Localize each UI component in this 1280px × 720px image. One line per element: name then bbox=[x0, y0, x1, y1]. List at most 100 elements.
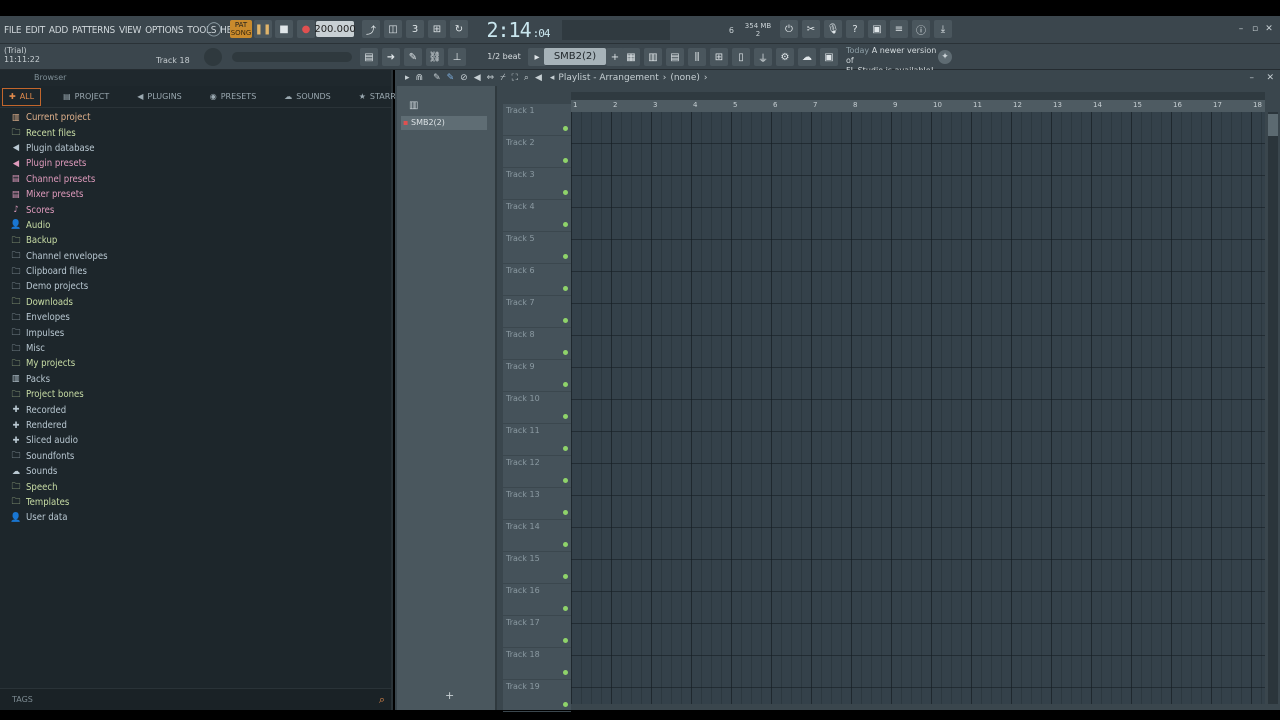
metronome-icon[interactable]: ⤴ bbox=[362, 20, 380, 38]
mute-tool-icon[interactable]: ◀ bbox=[474, 73, 481, 83]
track-enable-icon[interactable] bbox=[563, 606, 568, 611]
browser-tab-sounds[interactable]: ☁ SOUNDS bbox=[278, 88, 336, 106]
back-icon[interactable]: ◂ bbox=[550, 73, 555, 83]
track-header[interactable]: Track 2 bbox=[503, 136, 571, 168]
track-header[interactable]: Track 5 bbox=[503, 232, 571, 264]
menu-edit[interactable]: EDIT bbox=[25, 25, 45, 36]
browser-item[interactable]: 🗀 Demo projects bbox=[10, 279, 390, 294]
pat-song-switch[interactable]: PAT SONG bbox=[230, 20, 252, 38]
timeline-ruler[interactable]: 1 2 3 4 5 6 7 8 9 10 11 12 13 14 15 16 17 18 bbox=[571, 100, 1265, 112]
track-header[interactable]: Track 16 bbox=[503, 584, 571, 616]
browser-item[interactable]: 🗀 Impulses bbox=[10, 325, 390, 340]
browser-item[interactable]: ▥ Current project bbox=[10, 110, 390, 125]
track-header[interactable]: Track 18 bbox=[503, 648, 571, 680]
track-header[interactable]: Track 8 bbox=[503, 328, 571, 360]
add-clip-icon[interactable]: + bbox=[445, 689, 454, 702]
playlist-close-icon[interactable]: ✕ bbox=[1266, 73, 1274, 83]
search-icon[interactable]: ⌕ bbox=[379, 693, 385, 707]
menu-add[interactable]: ADD bbox=[49, 25, 68, 36]
track-enable-icon[interactable] bbox=[563, 254, 568, 259]
menu-view[interactable]: VIEW bbox=[119, 25, 141, 36]
arrow-icon[interactable]: ➜ bbox=[382, 48, 400, 66]
pattern-song-toggle[interactable]: ◯ bbox=[204, 20, 224, 38]
browser-item[interactable]: 👤 Audio bbox=[10, 218, 390, 233]
info-icon[interactable]: ⓘ bbox=[912, 20, 930, 38]
zoom-tool-icon[interactable]: ⌕ bbox=[524, 73, 529, 83]
tags-bar[interactable]: TAGS ⌕ bbox=[0, 688, 391, 710]
stamp-icon[interactable]: ⊥ bbox=[448, 48, 466, 66]
track-header[interactable]: Track 3 bbox=[503, 168, 571, 200]
browser-item[interactable]: 🗀 Clipboard files bbox=[10, 264, 390, 279]
browser-item[interactable]: 🗀 Recent files bbox=[10, 125, 390, 140]
vertical-scrollbar[interactable] bbox=[1268, 112, 1278, 704]
news-icon[interactable]: ▣ bbox=[820, 48, 838, 66]
browser-tab-presets[interactable]: ◉ PRESETS bbox=[204, 88, 263, 106]
globe-icon[interactable]: ✦ bbox=[938, 50, 952, 64]
plugin-picker-icon[interactable]: ▯ bbox=[732, 48, 750, 66]
browser-item[interactable]: ✚ Recorded bbox=[10, 402, 390, 417]
playback-tool-icon[interactable]: ◀ bbox=[535, 73, 542, 83]
browser-window-icon[interactable]: ⊞ bbox=[710, 48, 728, 66]
arrangement-grid[interactable] bbox=[571, 112, 1265, 704]
track-enable-icon[interactable] bbox=[563, 510, 568, 515]
browser-item[interactable]: ◀ Plugin presets bbox=[10, 156, 390, 171]
loop-record-icon[interactable]: ↻ bbox=[450, 20, 468, 38]
browser-item[interactable]: ☁ Sounds bbox=[10, 464, 390, 479]
link-icon[interactable]: ⛓ bbox=[426, 48, 444, 66]
horizontal-scrollbar[interactable] bbox=[571, 92, 1265, 100]
track-enable-icon[interactable] bbox=[563, 478, 568, 483]
track-header[interactable]: Track 7 bbox=[503, 296, 571, 328]
playlist-menu-icon[interactable]: ▸ bbox=[405, 73, 410, 83]
browser-item[interactable]: 🗀 Templates bbox=[10, 495, 390, 510]
track-header[interactable]: Track 14 bbox=[503, 520, 571, 552]
track-header[interactable]: Track 10 bbox=[503, 392, 571, 424]
track-enable-icon[interactable] bbox=[563, 350, 568, 355]
mixer-window-icon[interactable]: ⫼ bbox=[688, 48, 706, 66]
download-icon[interactable]: ⤓ bbox=[934, 20, 952, 38]
track-header[interactable]: Track 9 bbox=[503, 360, 571, 392]
track-header[interactable]: Track 6 bbox=[503, 264, 571, 296]
track-enable-icon[interactable] bbox=[563, 158, 568, 163]
step-edit-icon[interactable]: ⊞ bbox=[428, 20, 446, 38]
track-enable-icon[interactable] bbox=[563, 126, 568, 131]
track-enable-icon[interactable] bbox=[563, 382, 568, 387]
track-enable-icon[interactable] bbox=[563, 702, 568, 707]
browser-item[interactable]: ✚ Sliced audio bbox=[10, 433, 390, 448]
track-header[interactable]: Track 19 bbox=[503, 680, 571, 712]
pattern-selector[interactable]: SMB2(2) bbox=[544, 48, 606, 65]
mic-icon[interactable]: 🎙 bbox=[824, 20, 842, 38]
tempo-display[interactable]: 200.000 bbox=[314, 21, 356, 37]
menu-file[interactable]: FILE bbox=[4, 25, 22, 36]
help-icon[interactable]: ? bbox=[846, 20, 864, 38]
browser-item[interactable]: ✚ Rendered bbox=[10, 418, 390, 433]
close-icon[interactable]: ✕ bbox=[1264, 24, 1274, 34]
browser-item[interactable]: 🗀 Misc bbox=[10, 341, 390, 356]
track-header[interactable]: Track 12 bbox=[503, 456, 571, 488]
slice-tool-icon[interactable]: ⌿ bbox=[500, 73, 505, 83]
minimize-icon[interactable]: – bbox=[1236, 24, 1246, 34]
master-volume-knob[interactable] bbox=[204, 48, 222, 66]
track-header[interactable]: Track 17 bbox=[503, 616, 571, 648]
clip-item[interactable]: ▪ SMB2(2) bbox=[401, 116, 487, 130]
browser-item[interactable]: 🗀 My projects bbox=[10, 356, 390, 371]
playlist-window-icon[interactable]: ▦ bbox=[622, 48, 640, 66]
browser-item[interactable]: 🗀 Envelopes bbox=[10, 310, 390, 325]
delete-tool-icon[interactable]: ⊘ bbox=[460, 73, 468, 83]
magnet-icon[interactable]: ⋒ bbox=[416, 73, 424, 83]
draw-tool-icon[interactable]: ✎ bbox=[433, 73, 441, 83]
browser-tab-plugins[interactable]: ◀ PLUGINS bbox=[131, 88, 188, 106]
track-enable-icon[interactable] bbox=[563, 222, 568, 227]
master-pitch-slider[interactable] bbox=[232, 52, 352, 62]
browser-item[interactable]: ▤ Channel presets bbox=[10, 172, 390, 187]
browser-item[interactable]: 👤 User data bbox=[10, 510, 390, 525]
track-header[interactable]: Track 11 bbox=[503, 424, 571, 456]
menu-options[interactable]: OPTIONS bbox=[145, 25, 183, 36]
song-position-display[interactable]: 2:14 :04 bbox=[480, 17, 556, 43]
mixer-icon[interactable]: ≡ bbox=[890, 20, 908, 38]
browser-item[interactable]: ◀ Plugin database bbox=[10, 141, 390, 156]
browser-item[interactable]: ▥ Packs bbox=[10, 372, 390, 387]
plug-icon[interactable]: ⏚ bbox=[754, 48, 772, 66]
browser-item[interactable]: 🗀 Downloads bbox=[10, 295, 390, 310]
browser-item[interactable]: ▤ Mixer presets bbox=[10, 187, 390, 202]
browser-item[interactable]: 🗀 Channel envelopes bbox=[10, 249, 390, 264]
